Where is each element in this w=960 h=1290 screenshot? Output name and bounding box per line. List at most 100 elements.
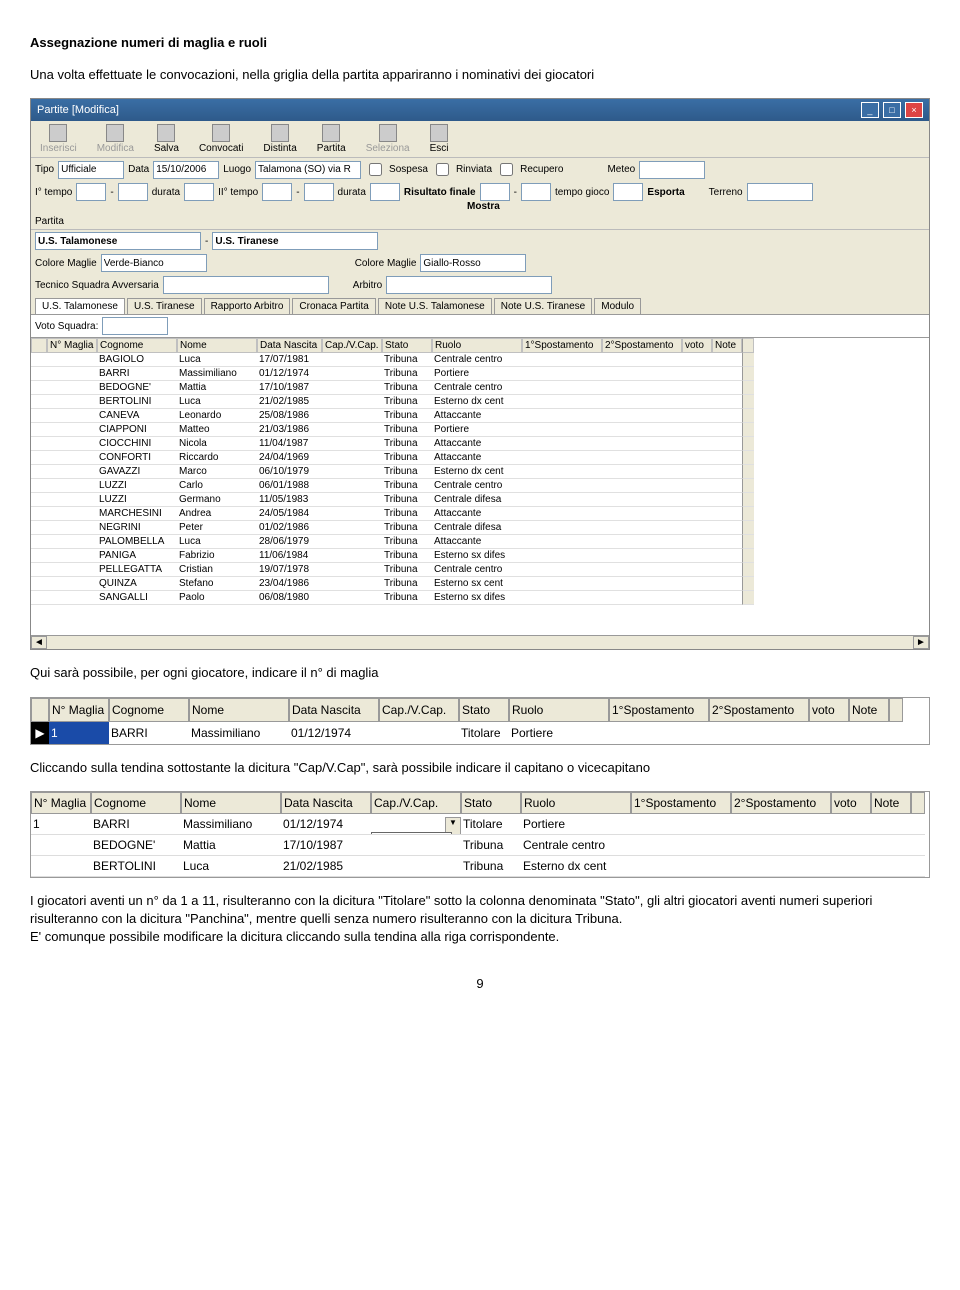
terreno-input[interactable] [747, 183, 813, 201]
r1-input[interactable] [480, 183, 510, 201]
col-header[interactable]: Nome [177, 338, 257, 353]
col-header[interactable]: Cap./V.Cap. [371, 792, 461, 814]
table-row[interactable]: LUZZIGermano11/05/1983TribunaCentrale di… [31, 493, 929, 507]
col-header[interactable] [742, 338, 754, 353]
col-header[interactable]: 2°Spostamento [709, 698, 809, 722]
table-row[interactable]: 1BARRIMassimiliano01/12/1974▼CapitanoVic… [31, 814, 929, 835]
col-header[interactable]: Cap./V.Cap. [379, 698, 459, 722]
col-header[interactable]: Stato [461, 792, 521, 814]
toolbar-distinta[interactable]: Distinta [258, 123, 301, 155]
col-header[interactable] [889, 698, 903, 722]
grid-scrollbar[interactable]: ◄ ► [31, 635, 929, 649]
tab-item[interactable]: Note U.S. Tiranese [494, 298, 592, 314]
col-header[interactable] [911, 792, 925, 814]
col-header[interactable]: Nome [181, 792, 281, 814]
team2-input[interactable] [212, 232, 378, 250]
tab-item[interactable]: Rapporto Arbitro [204, 298, 291, 314]
r2-input[interactable] [521, 183, 551, 201]
colore1-input[interactable] [101, 254, 207, 272]
col-header[interactable]: Data Nascita [257, 338, 322, 353]
col-header[interactable]: Stato [459, 698, 509, 722]
col-header[interactable]: Ruolo [509, 698, 609, 722]
col-header[interactable]: Stato [382, 338, 432, 353]
tab-item[interactable]: U.S. Talamonese [35, 298, 125, 314]
luogo-input[interactable] [255, 161, 361, 179]
arbitro-input[interactable] [386, 276, 552, 294]
col-header[interactable]: 2°Spostamento [731, 792, 831, 814]
col-header[interactable]: Data Nascita [281, 792, 371, 814]
meteo-input[interactable] [639, 161, 705, 179]
toolbar-esci[interactable]: Esci [425, 123, 454, 155]
t1a-input[interactable] [76, 183, 106, 201]
table-row[interactable]: MARCHESINIAndrea24/05/1984TribunaAttacca… [31, 507, 929, 521]
col-header[interactable] [31, 698, 49, 722]
table-row[interactable]: CANEVALeonardo25/08/1986TribunaAttaccant… [31, 409, 929, 423]
table-row[interactable]: BERTOLINILuca21/02/1985TribunaEsterno dx… [31, 395, 929, 409]
toolbar-partita[interactable]: Partita [312, 123, 351, 155]
esporta-label[interactable]: Esporta [647, 187, 684, 198]
maximize-icon[interactable]: □ [883, 102, 901, 118]
table-row[interactable]: BEDOGNE'Mattia17/10/1987TribunaCentrale … [31, 381, 929, 395]
table-row[interactable]: PELLEGATTACristian19/07/1978TribunaCentr… [31, 563, 929, 577]
t2a-input[interactable] [262, 183, 292, 201]
col-header[interactable]: 2°Spostamento [602, 338, 682, 353]
col-header[interactable]: N° Maglia [31, 792, 91, 814]
t2b-input[interactable] [304, 183, 334, 201]
tab-item[interactable]: Note U.S. Talamonese [378, 298, 492, 314]
table-row[interactable]: BERTOLINILuca21/02/1985TribunaEsterno dx… [31, 856, 929, 877]
col-header[interactable]: Ruolo [521, 792, 631, 814]
table-row[interactable]: CIOCCHININicola11/04/1987TribunaAttaccan… [31, 437, 929, 451]
table-row[interactable]: LUZZICarlo06/01/1988TribunaCentrale cent… [31, 479, 929, 493]
rinviata-check[interactable] [436, 163, 449, 176]
table-row[interactable]: PANIGAFabrizio11/06/1984TribunaEsterno s… [31, 549, 929, 563]
table-row[interactable]: GAVAZZIMarco06/10/1979TribunaEsterno dx … [31, 465, 929, 479]
tab-item[interactable]: Modulo [594, 298, 641, 314]
minimize-icon[interactable]: _ [861, 102, 879, 118]
scroll-right-icon[interactable]: ► [913, 636, 929, 649]
mostra-label[interactable]: Mostra [467, 201, 500, 212]
d1-input[interactable] [184, 183, 214, 201]
col-header[interactable]: 1°Spostamento [522, 338, 602, 353]
num-cell[interactable]: 1 [49, 722, 109, 744]
col-header[interactable]: voto [809, 698, 849, 722]
col-header[interactable]: N° Maglia [49, 698, 109, 722]
colore2-input[interactable] [420, 254, 526, 272]
recupero-check[interactable] [500, 163, 513, 176]
col-header[interactable]: Ruolo [432, 338, 522, 353]
close-icon[interactable]: × [905, 102, 923, 118]
cap-dropdown[interactable]: ▼CapitanoViceCapitano [371, 814, 461, 835]
sospesa-check[interactable] [369, 163, 382, 176]
table-row[interactable]: SANGALLIPaolo06/08/1980TribunaEsterno sx… [31, 591, 929, 605]
col-header[interactable]: Cap./V.Cap. [322, 338, 382, 353]
tipo-input[interactable] [58, 161, 124, 179]
col-header[interactable]: voto [831, 792, 871, 814]
col-header[interactable]: Cognome [97, 338, 177, 353]
col-header[interactable]: 1°Spostamento [609, 698, 709, 722]
col-header[interactable]: Cognome [91, 792, 181, 814]
toolbar-convocati[interactable]: Convocati [194, 123, 248, 155]
table-row[interactable]: PALOMBELLALuca28/06/1979TribunaAttaccant… [31, 535, 929, 549]
table-row[interactable]: QUINZAStefano23/04/1986TribunaEsterno sx… [31, 577, 929, 591]
table-row[interactable]: CONFORTIRiccardo24/04/1969TribunaAttacca… [31, 451, 929, 465]
grid2-row[interactable]: ▶ 1 BARRI Massimiliano 01/12/1974 Titola… [31, 722, 929, 744]
tab-item[interactable]: U.S. Tiranese [127, 298, 202, 314]
col-header[interactable]: voto [682, 338, 712, 353]
col-header[interactable] [31, 338, 47, 353]
col-header[interactable]: Data Nascita [289, 698, 379, 722]
table-row[interactable]: BARRIMassimiliano01/12/1974TribunaPortie… [31, 367, 929, 381]
col-header[interactable]: 1°Spostamento [631, 792, 731, 814]
scroll-left-icon[interactable]: ◄ [31, 636, 47, 649]
voto-input[interactable] [102, 317, 168, 335]
tab-item[interactable]: Cronaca Partita [292, 298, 375, 314]
table-row[interactable]: BEDOGNE'Mattia17/10/1987TribunaCentrale … [31, 835, 929, 856]
col-header[interactable]: Note [849, 698, 889, 722]
table-row[interactable]: CIAPPONIMatteo21/03/1986TribunaPortiere [31, 423, 929, 437]
col-header[interactable]: Note [712, 338, 742, 353]
table-row[interactable]: NEGRINIPeter01/02/1986TribunaCentrale di… [31, 521, 929, 535]
col-header[interactable]: Note [871, 792, 911, 814]
table-row[interactable]: BAGIOLOLuca17/07/1981TribunaCentrale cen… [31, 353, 929, 367]
t1b-input[interactable] [118, 183, 148, 201]
col-header[interactable]: Nome [189, 698, 289, 722]
team1-input[interactable] [35, 232, 201, 250]
d2-input[interactable] [370, 183, 400, 201]
